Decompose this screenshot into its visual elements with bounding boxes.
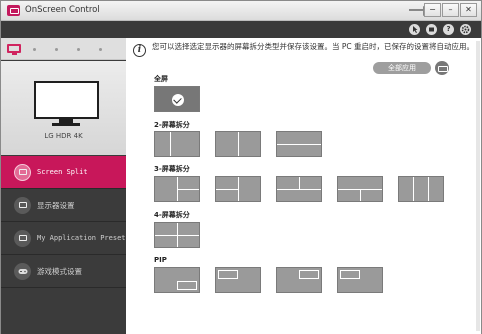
monitor-tab-dot[interactable] <box>77 48 80 51</box>
toolbar-icons: ? <box>409 24 471 35</box>
monitor-tabs <box>1 38 126 60</box>
app-logo-icon <box>7 5 20 16</box>
section-pip: PIP <box>154 256 167 264</box>
close-button[interactable]: ✕ <box>460 3 477 17</box>
layout-3-split-c[interactable] <box>276 176 322 202</box>
sidebar: LG HDR 4K Screen Split 显示器设置 My Applicat… <box>1 38 126 334</box>
screen-split-icon <box>14 163 31 181</box>
monitor-name: LG HDR 4K <box>44 132 83 140</box>
window-controls: − – ✕ <box>424 3 477 17</box>
layout-2-split-vertical-a[interactable] <box>154 131 200 157</box>
sidebar-item-screen-split[interactable]: Screen Split <box>1 156 126 189</box>
sidebar-item-monitor-settings[interactable]: 显示器设置 <box>1 189 126 222</box>
monitor-tab-dots <box>33 48 102 51</box>
info-icon: i <box>133 44 146 57</box>
layout-3-split-a[interactable] <box>154 176 200 202</box>
info-text: 您可以选择选定显示器的屏幕拆分类型并保存该设置。当 PC 重启时，已保存的设置将… <box>152 42 475 51</box>
monitor-tab-icon[interactable] <box>7 44 21 55</box>
monitor-image <box>34 81 99 119</box>
layout-3-split-d[interactable] <box>337 176 383 202</box>
apply-monitor-icon[interactable] <box>435 61 449 75</box>
monitor-preview: LG HDR 4K <box>1 61 126 155</box>
monitor-tab-dot[interactable] <box>99 48 102 51</box>
section-2-split: 2-屏幕拆分 <box>154 121 190 129</box>
sidebar-item-label: Screen Split <box>37 168 88 176</box>
screen-icon[interactable] <box>426 24 437 35</box>
layout-3-split-e[interactable] <box>398 176 444 202</box>
sidebar-item-label: 显示器设置 <box>37 200 75 210</box>
title-bar: OnScreen Control − – ✕ <box>1 1 481 21</box>
layout-3-split-b[interactable] <box>215 176 261 202</box>
main-content: i 您可以选择选定显示器的屏幕拆分类型并保存该设置。当 PC 重启时，已保存的设… <box>126 38 481 334</box>
sidebar-item-app-preset[interactable]: My Application Preset <box>1 222 126 255</box>
monitor-tab-dot[interactable] <box>33 48 36 51</box>
layout-pip-bottom-left[interactable] <box>337 267 383 293</box>
sidebar-item-label: My Application Preset <box>37 234 126 242</box>
check-icon <box>172 94 184 106</box>
help-icon[interactable]: ? <box>443 24 454 35</box>
layout-4-split[interactable] <box>154 222 200 248</box>
app-window: OnScreen Control − – ✕ ? LG HDR 4K Scree… <box>0 0 482 334</box>
cursor-icon[interactable] <box>409 24 420 35</box>
settings-icon[interactable] <box>460 24 471 35</box>
monitor-settings-icon <box>14 196 31 214</box>
section-4-split: 4-屏幕拆分 <box>154 211 190 219</box>
section-full-screen: 全屏 <box>154 75 168 83</box>
minimize-button[interactable]: − <box>424 3 441 17</box>
sidebar-item-label: 游戏模式设置 <box>37 266 82 276</box>
vertical-scrollbar[interactable] <box>476 41 480 331</box>
layout-2-split-horizontal[interactable] <box>276 131 322 157</box>
layout-2-split-vertical-b[interactable] <box>215 131 261 157</box>
apply-all-button[interactable]: 全部应用 <box>373 62 431 74</box>
maximize-button[interactable]: – <box>442 3 459 17</box>
gamepad-icon <box>14 262 31 280</box>
toolbar: ? <box>1 21 481 38</box>
app-preset-icon <box>14 229 31 247</box>
layout-pip-top-right[interactable] <box>276 267 322 293</box>
monitor-base <box>52 123 80 126</box>
sidebar-item-game-mode[interactable]: 游戏模式设置 <box>1 255 126 288</box>
window-title: OnScreen Control <box>25 5 100 15</box>
monitor-tab-dot[interactable] <box>55 48 58 51</box>
section-3-split: 3-屏幕拆分 <box>154 165 190 173</box>
sidebar-nav: Screen Split 显示器设置 My Application Preset… <box>1 156 126 288</box>
layout-pip-top-left[interactable] <box>215 267 261 293</box>
layout-full-screen[interactable] <box>154 86 200 112</box>
layout-pip-bottom-right[interactable] <box>154 267 200 293</box>
